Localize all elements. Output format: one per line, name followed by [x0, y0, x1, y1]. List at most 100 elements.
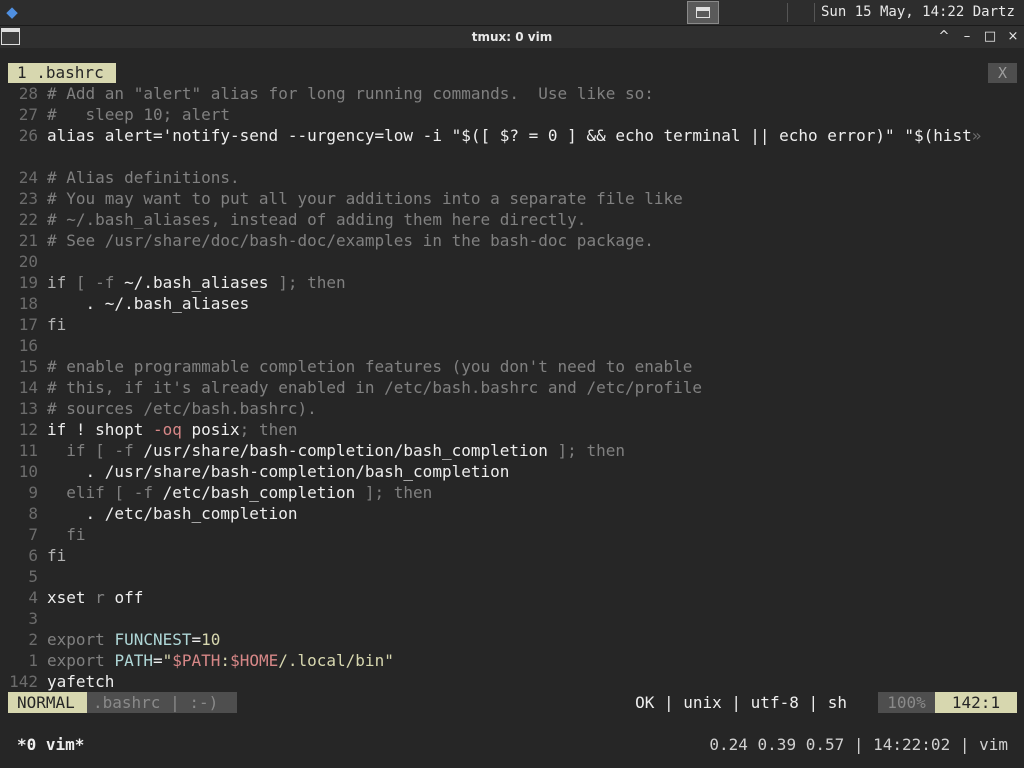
code-token: # this, if it's already enabled in /etc/…	[47, 378, 703, 397]
code-line[interactable]: 10 . /usr/share/bash-completion/bash_com…	[0, 461, 510, 482]
code-line[interactable]: 28 # Add an "alert" alias for long runnin…	[0, 83, 654, 104]
line-number: 16	[18, 336, 38, 355]
shade-button[interactable]: ^	[935, 28, 953, 46]
code-line[interactable]: 6 fi	[0, 545, 66, 566]
code-token: -f	[95, 273, 115, 292]
minimize-button[interactable]: –	[958, 28, 976, 46]
code-token: fi	[47, 546, 67, 565]
code-line[interactable]: 1 export PATH="$PATH:$HOME/.local/bin"	[0, 650, 394, 671]
line-code: fi	[47, 524, 86, 545]
tmux-window-tab[interactable]: *0 vim*	[17, 734, 84, 755]
code-line[interactable]: 16	[0, 335, 47, 356]
line-number: 15	[18, 357, 38, 376]
code-line[interactable]: 22 # ~/.bash_aliases, instead of adding t…	[0, 209, 587, 230]
code-line[interactable]: 20	[0, 251, 47, 272]
code-token: :	[220, 651, 231, 670]
line-number: 8	[28, 504, 38, 523]
code-token: yafetch	[47, 672, 115, 691]
code-line[interactable]: 4 xset r off	[0, 587, 143, 608]
code-token: elif [ -f	[47, 483, 163, 502]
code-line[interactable]: 21 # See /usr/share/doc/bash-doc/examples…	[0, 230, 654, 251]
window-title: tmux: 0 vim	[471, 30, 553, 44]
line-number: 18	[18, 294, 38, 313]
terminal-pane[interactable]: 1 .bashrc X 28 # Add an "alert" alias for…	[0, 48, 1024, 768]
distro-menu-icon[interactable]: ◆	[2, 3, 22, 22]
code-line[interactable]: 3	[0, 608, 47, 629]
line-code: if [ -f ~/.bash_aliases ]; then	[47, 272, 346, 293]
line-code: # sources /etc/bash.bashrc).	[47, 398, 317, 419]
line-number: 23	[18, 189, 38, 208]
code-token: . ~/.bash_aliases	[47, 294, 250, 313]
vim-tab-bashrc[interactable]: 1 .bashrc	[8, 63, 116, 83]
code-line[interactable]: 19 if [ -f ~/.bash_aliases ]; then	[0, 272, 346, 293]
code-line[interactable]: 26 alias alert='notify-send --urgency=low…	[0, 125, 982, 146]
code-token: fi	[47, 525, 86, 544]
line-code: elif [ -f /etc/bash_completion ]; then	[47, 482, 432, 503]
panel-user[interactable]: Dartz	[973, 4, 1015, 20]
code-line[interactable]: 13 # sources /etc/bash.bashrc).	[0, 398, 317, 419]
code-line[interactable]: 17 fi	[0, 314, 67, 335]
code-token: ]; then	[278, 273, 346, 292]
line-number: 10	[18, 462, 38, 481]
code-token: ~/.bash_aliases	[114, 273, 279, 292]
code-line[interactable]: 9 elif [ -f /etc/bash_completion ]; then	[0, 482, 432, 503]
code-token: ]; then	[547, 441, 625, 460]
vim-tab-close-button[interactable]: X	[988, 63, 1017, 83]
code-line[interactable]: 14 # this, if it's already enabled in /et…	[0, 377, 702, 398]
taskbar-window-button[interactable]	[687, 1, 719, 24]
code-token: 10	[201, 630, 221, 649]
line-code: . /etc/bash_completion	[47, 503, 298, 524]
window-titlebar[interactable]: tmux: 0 vim ^ – □ ×	[0, 26, 1024, 48]
top-panel: ◆ Sun 15 May, 14:22 Dartz	[0, 0, 1024, 26]
code-line[interactable]: 5	[0, 566, 47, 587]
code-line[interactable]: 23 # You may want to put all your additio…	[0, 188, 683, 209]
code-token: /usr/share/bash-completion/bash_completi…	[143, 441, 548, 460]
line-number: 7	[28, 525, 38, 544]
code-line[interactable]: 27 # sleep 10; alert	[0, 104, 230, 125]
code-token: =	[191, 630, 202, 649]
line-code: xset r off	[47, 587, 143, 608]
line-code: # enable programmable completion feature…	[47, 356, 692, 377]
line-number: 142	[9, 672, 38, 691]
line-number: 1	[28, 651, 38, 670]
line-number: 5	[28, 567, 38, 586]
code-token: if	[47, 273, 67, 292]
code-line[interactable]: 8 . /etc/bash_completion	[0, 503, 297, 524]
code-line[interactable]: 2 export FUNCNEST=10	[0, 629, 220, 650]
code-token: if [ -f	[47, 441, 144, 460]
code-token: if !	[47, 420, 96, 439]
line-number: 9	[28, 483, 38, 502]
code-line[interactable]: 24 # Alias definitions.	[0, 167, 240, 188]
line-code: . ~/.bash_aliases	[47, 293, 250, 314]
code-token: # Add an "alert" alias for long running …	[47, 84, 654, 103]
code-token: ]; then	[355, 483, 433, 502]
code-line[interactable]: 12 if ! shopt -oq posix; then	[0, 419, 298, 440]
panel-clock[interactable]: Sun 15 May, 14:22 Dartz	[821, 3, 1015, 22]
code-line[interactable]: 18 . ~/.bash_aliases	[0, 293, 250, 314]
line-number: 3	[28, 609, 38, 628]
line-code: if [ -f /usr/share/bash-completion/bash_…	[47, 440, 625, 461]
line-number: 26	[18, 126, 38, 145]
line-code: # sleep 10; alert	[47, 104, 230, 125]
code-line[interactable]	[0, 146, 47, 167]
code-token: shopt	[95, 420, 144, 439]
panel-divider	[787, 3, 788, 22]
line-code: . /usr/share/bash-completion/bash_comple…	[47, 461, 510, 482]
statusline-filename: .bashrc | :-)	[87, 692, 237, 713]
code-token: $PATH	[172, 651, 221, 670]
code-token: # sources /etc/bash.bashrc).	[47, 399, 317, 418]
line-number: 13	[18, 399, 38, 418]
line-code: fi	[47, 545, 66, 566]
maximize-button[interactable]: □	[981, 28, 999, 46]
window-icon	[696, 7, 710, 18]
code-token: fi	[47, 315, 67, 334]
close-button[interactable]: ×	[1004, 28, 1022, 46]
code-line[interactable]: 15 # enable programmable completion featu…	[0, 356, 693, 377]
code-line[interactable]: 11 if [ -f /usr/share/bash-completion/ba…	[0, 440, 625, 461]
clock-text: Sun 15 May, 14:22	[821, 4, 965, 20]
code-line[interactable]: 142 yafetch	[0, 671, 114, 692]
line-code: # Add an "alert" alias for long running …	[47, 83, 654, 104]
code-token: # ~/.bash_aliases, instead of adding the…	[47, 210, 587, 229]
code-line[interactable]: 7 fi	[0, 524, 86, 545]
code-token: /.local/bin"	[278, 651, 394, 670]
